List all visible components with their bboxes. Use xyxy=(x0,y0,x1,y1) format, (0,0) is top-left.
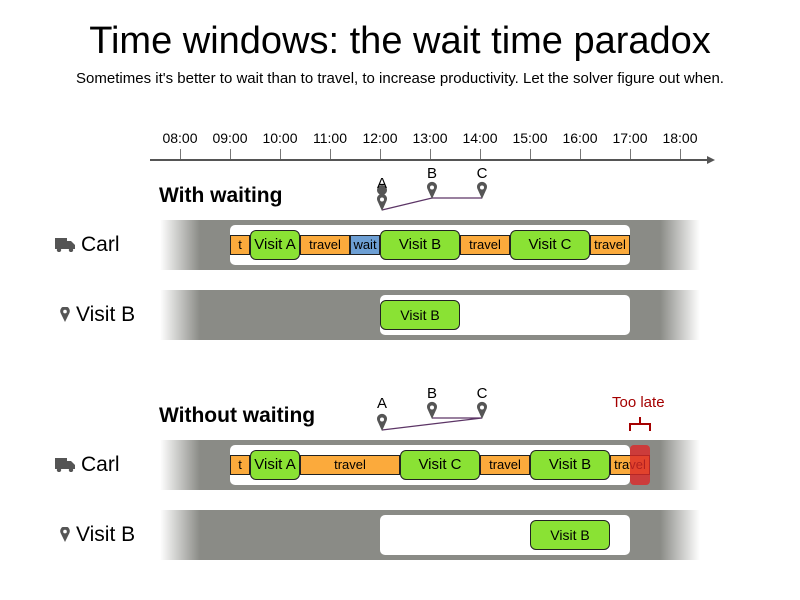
visit-block[interactable]: Visit B xyxy=(380,300,460,330)
tick-label: 16:00 xyxy=(562,130,598,146)
vehicle-name: Carl xyxy=(81,233,120,256)
visit-segment[interactable]: Visit C xyxy=(400,450,480,480)
page-title: Time windows: the wait time paradox xyxy=(89,20,711,62)
too-late-highlight xyxy=(630,445,650,485)
wait-segment[interactable]: wait xyxy=(350,235,380,255)
travel-segment[interactable]: travel xyxy=(300,235,350,255)
truck-icon xyxy=(55,238,75,252)
tick-label: 11:00 xyxy=(313,130,347,146)
vehicle-row-label: Carl xyxy=(55,452,120,478)
visit-segment[interactable]: Visit A xyxy=(250,450,300,480)
map-point-label-b: B xyxy=(426,165,437,182)
map-point-label-a: A xyxy=(376,175,387,192)
map-point-label-a: A xyxy=(376,395,387,412)
tick-label: 14:00 xyxy=(462,130,498,146)
map-pin-icon xyxy=(60,307,70,322)
tick-mark xyxy=(580,149,581,159)
tick-label: 17:00 xyxy=(612,130,648,146)
tick-label: 15:00 xyxy=(512,130,548,146)
travel-segment[interactable]: travel xyxy=(590,235,630,255)
visit-row-label: Visit B xyxy=(60,302,135,328)
route-line xyxy=(381,417,483,431)
vehicle-row-label: Carl xyxy=(55,232,120,258)
visit-name: Visit B xyxy=(76,303,136,326)
tick-mark xyxy=(480,149,481,159)
tick-mark xyxy=(180,149,181,159)
tick-label: 09:00 xyxy=(212,130,248,146)
visit-segment[interactable]: Visit B xyxy=(530,450,610,480)
map-point-label-c: C xyxy=(476,385,488,402)
tick-label: 12:00 xyxy=(362,130,398,146)
tick-mark xyxy=(680,149,681,159)
map-point-label-c: C xyxy=(476,165,488,182)
section-title-without-waiting: Without waiting xyxy=(159,404,316,427)
tick-mark xyxy=(230,149,231,159)
tick-mark xyxy=(380,149,381,159)
map-pin-icon-c xyxy=(477,181,487,199)
vehicle-name: Carl xyxy=(81,453,120,476)
visit-name: Visit B xyxy=(76,523,136,546)
visit-segment[interactable]: Visit A xyxy=(250,230,300,260)
tick-mark xyxy=(280,149,281,159)
travel-segment[interactable]: travel xyxy=(300,455,400,475)
travel-segment[interactable]: travel xyxy=(460,235,510,255)
tick-label: 13:00 xyxy=(412,130,448,146)
travel-segment[interactable]: t xyxy=(230,455,250,475)
tick-mark xyxy=(430,149,431,159)
map-pin-icon-b xyxy=(427,181,437,199)
visit-segment[interactable]: Visit C xyxy=(510,230,590,260)
map-point-label-b: B xyxy=(426,385,437,402)
route-line xyxy=(381,197,482,211)
map-pin-icon-b xyxy=(427,401,437,419)
too-late-label: Too late xyxy=(612,394,665,411)
tick-label: 18:00 xyxy=(662,130,698,146)
axis-arrow-icon xyxy=(707,156,715,164)
visit-row-label: Visit B xyxy=(60,522,135,548)
axis-line xyxy=(150,159,710,161)
tick-mark xyxy=(530,149,531,159)
page-subtitle: Sometimes it's better to wait than to tr… xyxy=(76,70,724,87)
visit-segment[interactable]: Visit B xyxy=(380,230,460,260)
truck-icon xyxy=(55,458,75,472)
travel-segment[interactable]: t xyxy=(230,235,250,255)
section-title-with-waiting: With waiting xyxy=(159,184,283,207)
tick-label: 10:00 xyxy=(262,130,298,146)
travel-segment[interactable]: travel xyxy=(480,455,530,475)
map-pin-icon-c xyxy=(477,401,487,419)
map-pin-icon xyxy=(60,527,70,542)
too-late-bracket-icon xyxy=(629,417,651,431)
map-pin-icon-a xyxy=(377,413,387,431)
visit-block[interactable]: Visit B xyxy=(530,520,610,550)
tick-mark xyxy=(630,149,631,159)
tick-label: 08:00 xyxy=(162,130,198,146)
tick-mark xyxy=(330,149,331,159)
